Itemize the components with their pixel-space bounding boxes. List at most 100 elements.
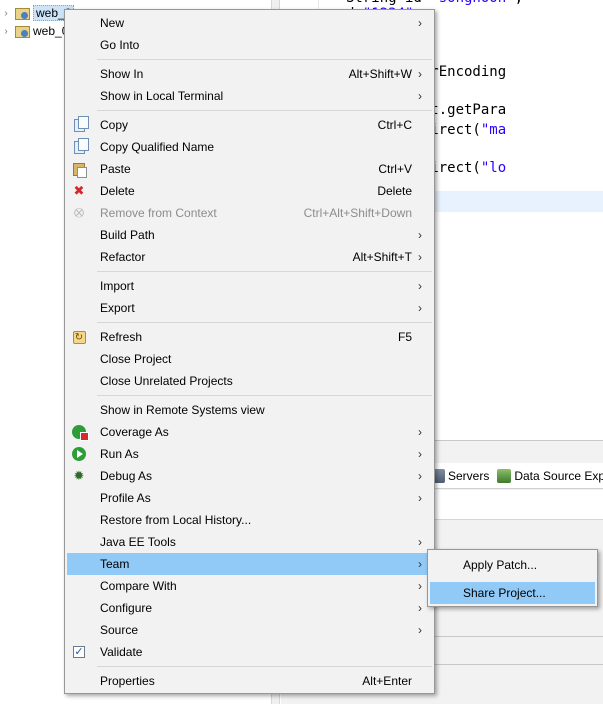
- menu-item-share-project[interactable]: Share Project...: [430, 582, 595, 604]
- submenu-arrow-icon: ›: [418, 535, 422, 549]
- menu-item-label: Close Project: [100, 352, 172, 366]
- submenu-arrow-icon: ›: [418, 301, 422, 315]
- tree-item-project[interactable]: › web_0: [0, 22, 68, 40]
- submenu-arrow-icon: ›: [418, 491, 422, 505]
- menu-item-label: Compare With: [100, 579, 177, 593]
- menu-item-label: Paste: [100, 162, 131, 176]
- run-icon: [71, 446, 87, 462]
- menu-item-shortcut: Alt+Enter: [362, 674, 412, 688]
- menu-item-export[interactable]: Export ›: [67, 297, 432, 319]
- menu-item-shortcut: Alt+Shift+T: [352, 250, 412, 264]
- menu-item-label: Configure: [100, 601, 153, 615]
- menu-separator: [97, 271, 432, 272]
- debug-icon: ✹: [73, 468, 85, 483]
- web-project-icon: [14, 24, 30, 38]
- menu-item-label: Go Into: [100, 38, 140, 52]
- menu-item-java-ee-tools[interactable]: Java EE Tools ›: [67, 531, 432, 553]
- menu-item-label: Team: [100, 557, 130, 571]
- menu-separator: [97, 59, 432, 60]
- submenu-arrow-icon: ›: [418, 279, 422, 293]
- menu-item-shortcut: F5: [397, 330, 412, 344]
- menu-separator: [97, 110, 432, 111]
- submenu-arrow-icon: ›: [418, 601, 422, 615]
- tab-servers[interactable]: Servers: [431, 468, 490, 483]
- menu-item-shortcut: Ctrl+V: [378, 162, 412, 176]
- submenu-arrow-icon: ›: [418, 89, 422, 103]
- menu-separator: [97, 666, 432, 667]
- submenu-arrow-icon: ›: [418, 228, 422, 242]
- menu-item-coverage-as[interactable]: Coverage As ›: [67, 421, 432, 443]
- menu-item-delete[interactable]: ✖ Delete Delete: [67, 180, 432, 202]
- menu-item-label: Build Path: [100, 228, 155, 242]
- menu-item-label: Show In: [100, 67, 144, 81]
- menu-item-go-into[interactable]: Go Into: [67, 34, 432, 56]
- menu-item-label: Share Project...: [463, 586, 546, 600]
- menu-item-new[interactable]: New ›: [67, 12, 432, 34]
- menu-item-run-as[interactable]: Run As ›: [67, 443, 432, 465]
- menu-item-import[interactable]: Import ›: [67, 275, 432, 297]
- menu-item-shortcut: Alt+Shift+W: [348, 67, 412, 81]
- copy-icon: [71, 115, 89, 133]
- menu-item-remove-from-context: ⭙ Remove from Context Ctrl+Alt+Shift+Dow…: [67, 202, 432, 224]
- menu-item-label: Close Unrelated Projects: [100, 374, 233, 388]
- menu-item-copy[interactable]: Copy Ctrl+C: [67, 114, 432, 136]
- menu-item-label: Export: [100, 301, 135, 315]
- submenu-arrow-icon: ›: [418, 557, 422, 571]
- delete-icon: ✖: [73, 183, 85, 198]
- menu-item-source[interactable]: Source ›: [67, 619, 432, 641]
- menu-item-apply-patch[interactable]: Apply Patch...: [430, 554, 595, 576]
- menu-item-label: Source: [100, 623, 139, 637]
- menu-item-show-in[interactable]: Show In Alt+Shift+W ›: [67, 63, 432, 85]
- menu-item-label: Import: [100, 279, 135, 293]
- menu-item-label: Properties: [100, 674, 155, 688]
- menu-item-restore-from-local-history[interactable]: Restore from Local History...: [67, 509, 432, 531]
- menu-item-configure[interactable]: Configure ›: [67, 597, 432, 619]
- submenu-arrow-icon: ›: [418, 16, 422, 30]
- team-submenu: Apply Patch... Share Project...: [427, 549, 598, 607]
- menu-item-label: Remove from Context: [100, 206, 217, 220]
- menu-item-label: New: [100, 16, 125, 30]
- data-source-explorer-icon: [497, 468, 512, 483]
- menu-item-label: Profile As: [100, 491, 151, 505]
- paste-icon: [71, 161, 87, 178]
- menu-item-validate[interactable]: ✓ Validate: [67, 641, 432, 663]
- menu-item-label: Run As: [100, 447, 139, 461]
- submenu-arrow-icon: ›: [418, 67, 422, 81]
- menu-item-label: Copy: [100, 118, 129, 132]
- menu-item-paste[interactable]: Paste Ctrl+V: [67, 158, 432, 180]
- menu-item-shortcut: Ctrl+C: [377, 118, 412, 132]
- web-project-icon: [14, 6, 30, 20]
- refresh-icon: ↻: [71, 329, 87, 345]
- menu-item-team[interactable]: Team ›: [67, 553, 432, 575]
- submenu-arrow-icon: ›: [418, 623, 422, 637]
- expand-arrow-icon[interactable]: ›: [0, 26, 12, 37]
- expand-arrow-icon[interactable]: ›: [0, 8, 12, 19]
- menu-item-shortcut: Delete: [377, 184, 412, 198]
- menu-item-show-in-local-terminal[interactable]: Show in Local Terminal ›: [67, 85, 432, 107]
- menu-separator: [97, 322, 432, 323]
- menu-item-properties[interactable]: Properties Alt+Enter: [67, 670, 432, 692]
- menu-item-refresh[interactable]: ↻ Refresh F5: [67, 326, 432, 348]
- submenu-arrow-icon: ›: [418, 425, 422, 439]
- menu-item-show-in-remote-systems-view[interactable]: Show in Remote Systems view: [67, 399, 432, 421]
- menu-item-debug-as[interactable]: ✹ Debug As ›: [67, 465, 432, 487]
- menu-item-close-project[interactable]: Close Project: [67, 348, 432, 370]
- menu-item-compare-with[interactable]: Compare With ›: [67, 575, 432, 597]
- tab-label: Data Source Exp: [514, 468, 603, 483]
- coverage-icon: [71, 424, 89, 441]
- menu-item-label: Delete: [100, 184, 135, 198]
- tab-label: Servers: [448, 468, 490, 483]
- menu-item-build-path[interactable]: Build Path ›: [67, 224, 432, 246]
- tab-data-source-explorer[interactable]: Data Source Exp: [497, 468, 603, 483]
- submenu-arrow-icon: ›: [418, 469, 422, 483]
- validate-check-icon: ✓: [73, 646, 85, 658]
- menu-item-label: Refactor: [100, 250, 146, 264]
- menu-item-refactor[interactable]: Refactor Alt+Shift+T ›: [67, 246, 432, 268]
- remove-context-icon: ⭙: [73, 205, 85, 220]
- menu-item-profile-as[interactable]: Profile As ›: [67, 487, 432, 509]
- menu-item-label: Apply Patch...: [463, 558, 538, 572]
- menu-item-label: Show in Local Terminal: [100, 89, 224, 103]
- menu-item-copy-qualified-name[interactable]: Copy Qualified Name: [67, 136, 432, 158]
- menu-item-close-unrelated-projects[interactable]: Close Unrelated Projects: [67, 370, 432, 392]
- menu-item-label: Show in Remote Systems view: [100, 403, 265, 417]
